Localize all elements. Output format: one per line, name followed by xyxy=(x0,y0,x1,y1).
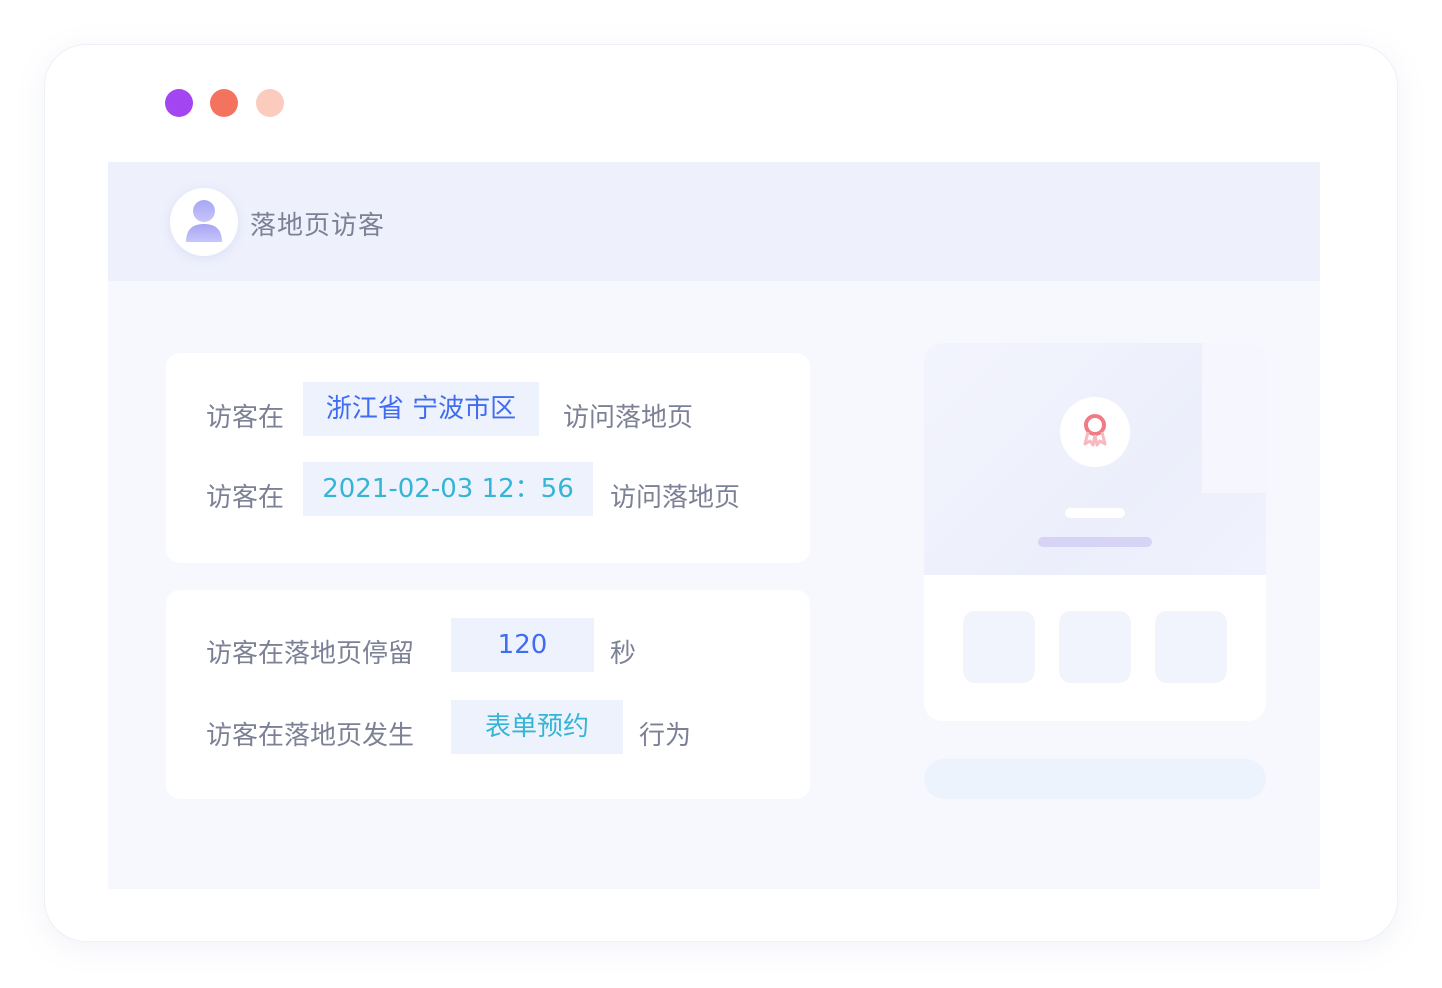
award-icon xyxy=(1083,414,1107,447)
row-label: 访客在 xyxy=(206,483,285,513)
preview-tile xyxy=(1059,611,1131,683)
preview-subtitle-placeholder xyxy=(1038,537,1152,547)
visitor-header: 落地页访客 xyxy=(108,162,1320,281)
user-icon xyxy=(186,200,222,242)
preview-sheen xyxy=(1202,343,1266,493)
row-suffix: 访问落地页 xyxy=(610,483,741,513)
datetime-value: 2021-02-03 12：56 xyxy=(303,462,593,516)
page-title: 落地页访客 xyxy=(250,211,386,241)
behavior-info-card: 访客在落地页停留 120 秒 访客在落地页发生 表单预约 行为 xyxy=(166,590,810,799)
row-label: 访客在 xyxy=(206,403,285,433)
row-suffix: 行为 xyxy=(639,721,692,751)
window-dot-coral[interactable] xyxy=(210,89,238,117)
duration-value: 120 xyxy=(451,618,594,672)
content-area: 访客在 浙江省 宁波市区 访问落地页 访客在 2021-02-03 12：56 … xyxy=(108,281,1320,889)
row-suffix: 秒 xyxy=(610,639,637,669)
row-label: 访客在落地页停留 xyxy=(206,639,415,669)
row-label: 访客在落地页发生 xyxy=(206,721,415,751)
visit-info-card: 访客在 浙江省 宁波市区 访问落地页 访客在 2021-02-03 12：56 … xyxy=(166,353,810,563)
action-value: 表单预约 xyxy=(451,700,623,754)
location-value: 浙江省 宁波市区 xyxy=(303,382,539,436)
preview-tile xyxy=(1155,611,1227,683)
preview-badge xyxy=(1060,397,1130,467)
window-dot-purple[interactable] xyxy=(165,89,193,117)
preview-title-placeholder xyxy=(1065,508,1125,518)
avatar xyxy=(170,188,238,256)
window-dot-peach[interactable] xyxy=(256,89,284,117)
preview-button-placeholder xyxy=(924,759,1266,799)
row-suffix: 访问落地页 xyxy=(563,403,694,433)
landing-page-preview xyxy=(924,343,1266,721)
preview-tile xyxy=(963,611,1035,683)
